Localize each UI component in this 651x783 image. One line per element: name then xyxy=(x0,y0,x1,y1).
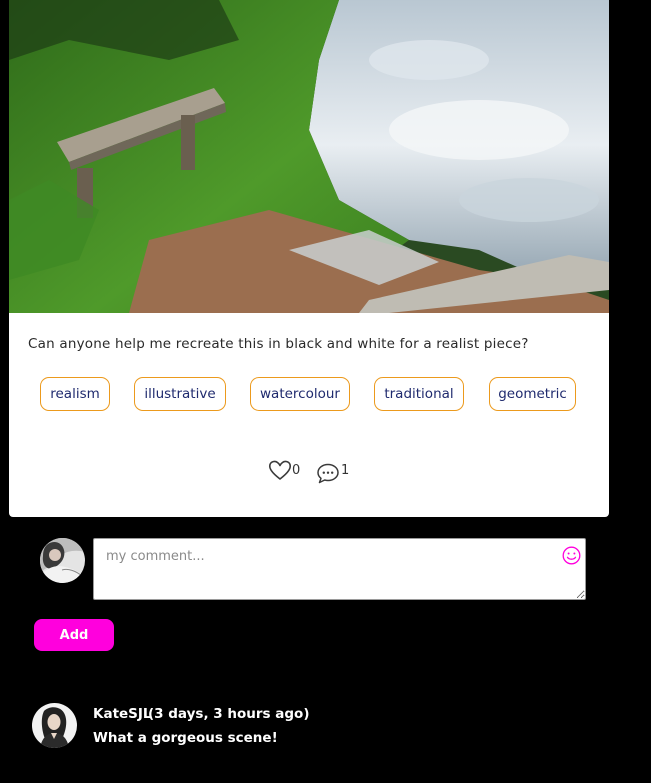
avatar-katesjl[interactable] xyxy=(32,703,77,748)
heart-outline-icon[interactable] xyxy=(267,457,293,483)
post-caption: Can anyone help me recreate this in blac… xyxy=(28,336,529,352)
tag-geometric[interactable]: geometric xyxy=(489,377,576,411)
post-card: Can anyone help me recreate this in blac… xyxy=(9,0,609,517)
tag-illustrative[interactable]: illustrative xyxy=(134,377,226,411)
avatar-current-user xyxy=(40,538,85,583)
like-count: 0 xyxy=(292,463,301,478)
speech-bubble-icon[interactable] xyxy=(316,462,340,484)
comment-author[interactable]: KateSJL xyxy=(93,706,152,722)
comment-text: What a gorgeous scene! xyxy=(93,730,278,746)
post-image[interactable] xyxy=(9,0,609,313)
tag-watercolour[interactable]: watercolour xyxy=(250,377,350,411)
tag-traditional[interactable]: traditional xyxy=(374,377,464,411)
comment-input[interactable] xyxy=(93,538,586,600)
tag-realism[interactable]: realism xyxy=(40,377,110,411)
comment-count: 1 xyxy=(341,463,350,478)
comment-timestamp: (3 days, 3 hours ago) xyxy=(148,706,310,722)
add-comment-button[interactable]: Add xyxy=(34,619,114,651)
smiley-icon[interactable] xyxy=(562,546,581,565)
